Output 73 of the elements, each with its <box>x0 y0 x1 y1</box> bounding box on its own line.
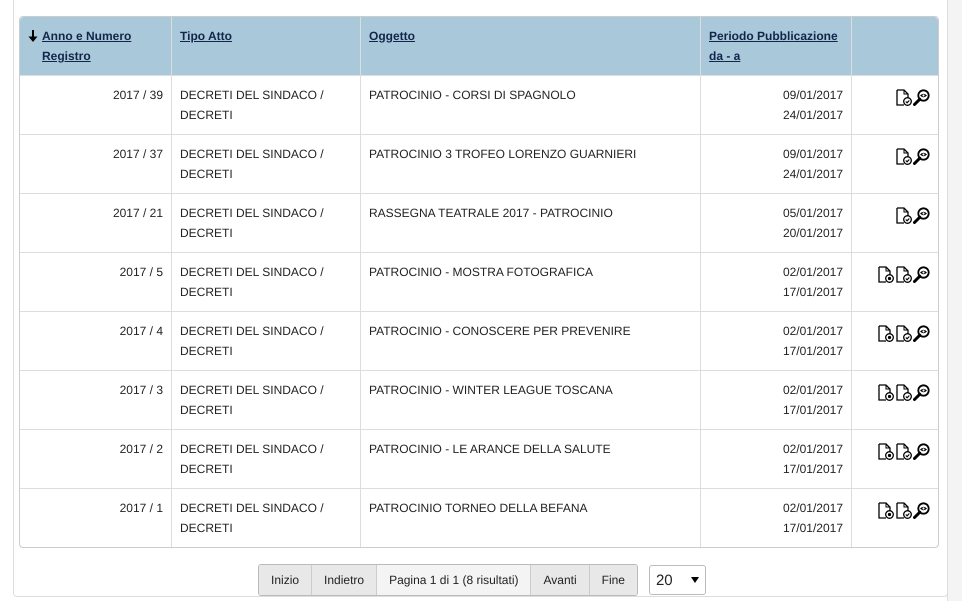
date-to: 17/01/2017 <box>782 461 843 478</box>
document-clock-icon[interactable] <box>877 443 894 460</box>
table-cell: 2017 / 21 <box>20 193 171 252</box>
date-from: 02/01/2017 <box>782 323 843 340</box>
magnifier-eye-icon[interactable] <box>913 266 930 283</box>
table-cell: 2017 / 1 <box>20 488 171 547</box>
pagination-button[interactable]: Indietro <box>311 565 376 595</box>
document-clock-icon[interactable] <box>877 502 894 519</box>
table-cell: DECRETI DEL SINDACO / DECRETI <box>171 193 360 252</box>
date-from: 09/01/2017 <box>782 87 843 104</box>
table-cell: DECRETI DEL SINDACO / DECRETI <box>171 252 360 311</box>
table-cell: DECRETI DEL SINDACO / DECRETI <box>171 75 360 134</box>
date-to: 17/01/2017 <box>782 343 843 360</box>
table-cell: DECRETI DEL SINDACO / DECRETI <box>171 134 360 193</box>
document-check-icon[interactable] <box>895 325 912 342</box>
date-from: 02/01/2017 <box>782 264 843 281</box>
table-cell: PATROCINIO 3 TROFEO LORENZO GUARNIERI <box>360 134 700 193</box>
table-cell: 2017 / 2 <box>20 429 171 488</box>
table-cell: PATROCINIO TORNEO DELLA BEFANA <box>360 488 700 547</box>
document-clock-icon[interactable] <box>877 266 894 283</box>
date-from: 02/01/2017 <box>782 500 843 517</box>
table-cell: DECRETI DEL SINDACO / DECRETI <box>171 429 360 488</box>
magnifier-eye-icon[interactable] <box>913 207 930 224</box>
pagination-button[interactable]: Avanti <box>530 565 589 595</box>
document-check-icon[interactable] <box>895 207 912 224</box>
sort-arrow-icon[interactable] <box>28 30 38 42</box>
date-from: 02/01/2017 <box>782 382 843 399</box>
document-check-icon[interactable] <box>895 443 912 460</box>
date-to: 24/01/2017 <box>782 107 843 124</box>
document-check-icon[interactable] <box>895 266 912 283</box>
table-cell: DECRETI DEL SINDACO / DECRETI <box>171 311 360 370</box>
date-to: 17/01/2017 <box>782 284 843 301</box>
caret-icon <box>690 576 699 584</box>
table-cell: PATROCINIO - CONOSCERE PER PREVENIRE <box>360 311 700 370</box>
document-check-icon[interactable] <box>895 384 912 401</box>
table-cell: PATROCINIO - LE ARANCE DELLA SALUTE <box>360 429 700 488</box>
magnifier-eye-icon[interactable] <box>913 89 930 106</box>
table-cell: RASSEGNA TEATRALE 2017 - PATROCINIO <box>360 193 700 252</box>
table-cell: 2017 / 4 <box>20 311 171 370</box>
table-cell: 2017 / 3 <box>20 370 171 429</box>
date-to: 17/01/2017 <box>782 402 843 419</box>
date-to: 17/01/2017 <box>782 520 843 537</box>
sort-link[interactable]: Periodo Pubblicazione da - a <box>709 26 843 66</box>
document-clock-icon[interactable] <box>877 384 894 401</box>
table-cell: PATROCINIO - MOSTRA FOTOGRAFICA <box>360 252 700 311</box>
page-size-select[interactable]: 20 <box>648 565 706 595</box>
pagination-button[interactable]: Inizio <box>259 565 312 595</box>
magnifier-eye-icon[interactable] <box>913 502 930 519</box>
sort-link[interactable]: Tipo Atto <box>180 26 232 46</box>
table-cell: 2017 / 39 <box>20 75 171 134</box>
date-to: 24/01/2017 <box>782 166 843 183</box>
date-from: 05/01/2017 <box>782 205 843 222</box>
table-cell: DECRETI DEL SINDACO / DECRETI <box>171 488 360 547</box>
magnifier-eye-icon[interactable] <box>913 148 930 165</box>
document-clock-icon[interactable] <box>877 325 894 342</box>
date-from: 09/01/2017 <box>782 146 843 163</box>
table-cell: 2017 / 37 <box>20 134 171 193</box>
magnifier-eye-icon[interactable] <box>913 325 930 342</box>
table-cell: 2017 / 5 <box>20 252 171 311</box>
table-cell: PATROCINIO - WINTER LEAGUE TOSCANA <box>360 370 700 429</box>
document-check-icon[interactable] <box>895 148 912 165</box>
sort-link[interactable]: Oggetto <box>369 26 415 46</box>
pagination-button[interactable]: Fine <box>588 565 637 595</box>
sort-link[interactable]: Anno e Numero Registro <box>42 26 163 66</box>
table-cell: DECRETI DEL SINDACO / DECRETI <box>171 370 360 429</box>
table-cell: PATROCINIO - CORSI DI SPAGNOLO <box>360 75 700 134</box>
date-from: 02/01/2017 <box>782 441 843 458</box>
magnifier-eye-icon[interactable] <box>913 443 930 460</box>
document-check-icon[interactable] <box>895 502 912 519</box>
document-check-icon[interactable] <box>895 89 912 106</box>
magnifier-eye-icon[interactable] <box>913 384 930 401</box>
page-info: Pagina 1 di 1 (8 risultati) <box>376 565 530 595</box>
date-to: 20/01/2017 <box>782 225 843 242</box>
